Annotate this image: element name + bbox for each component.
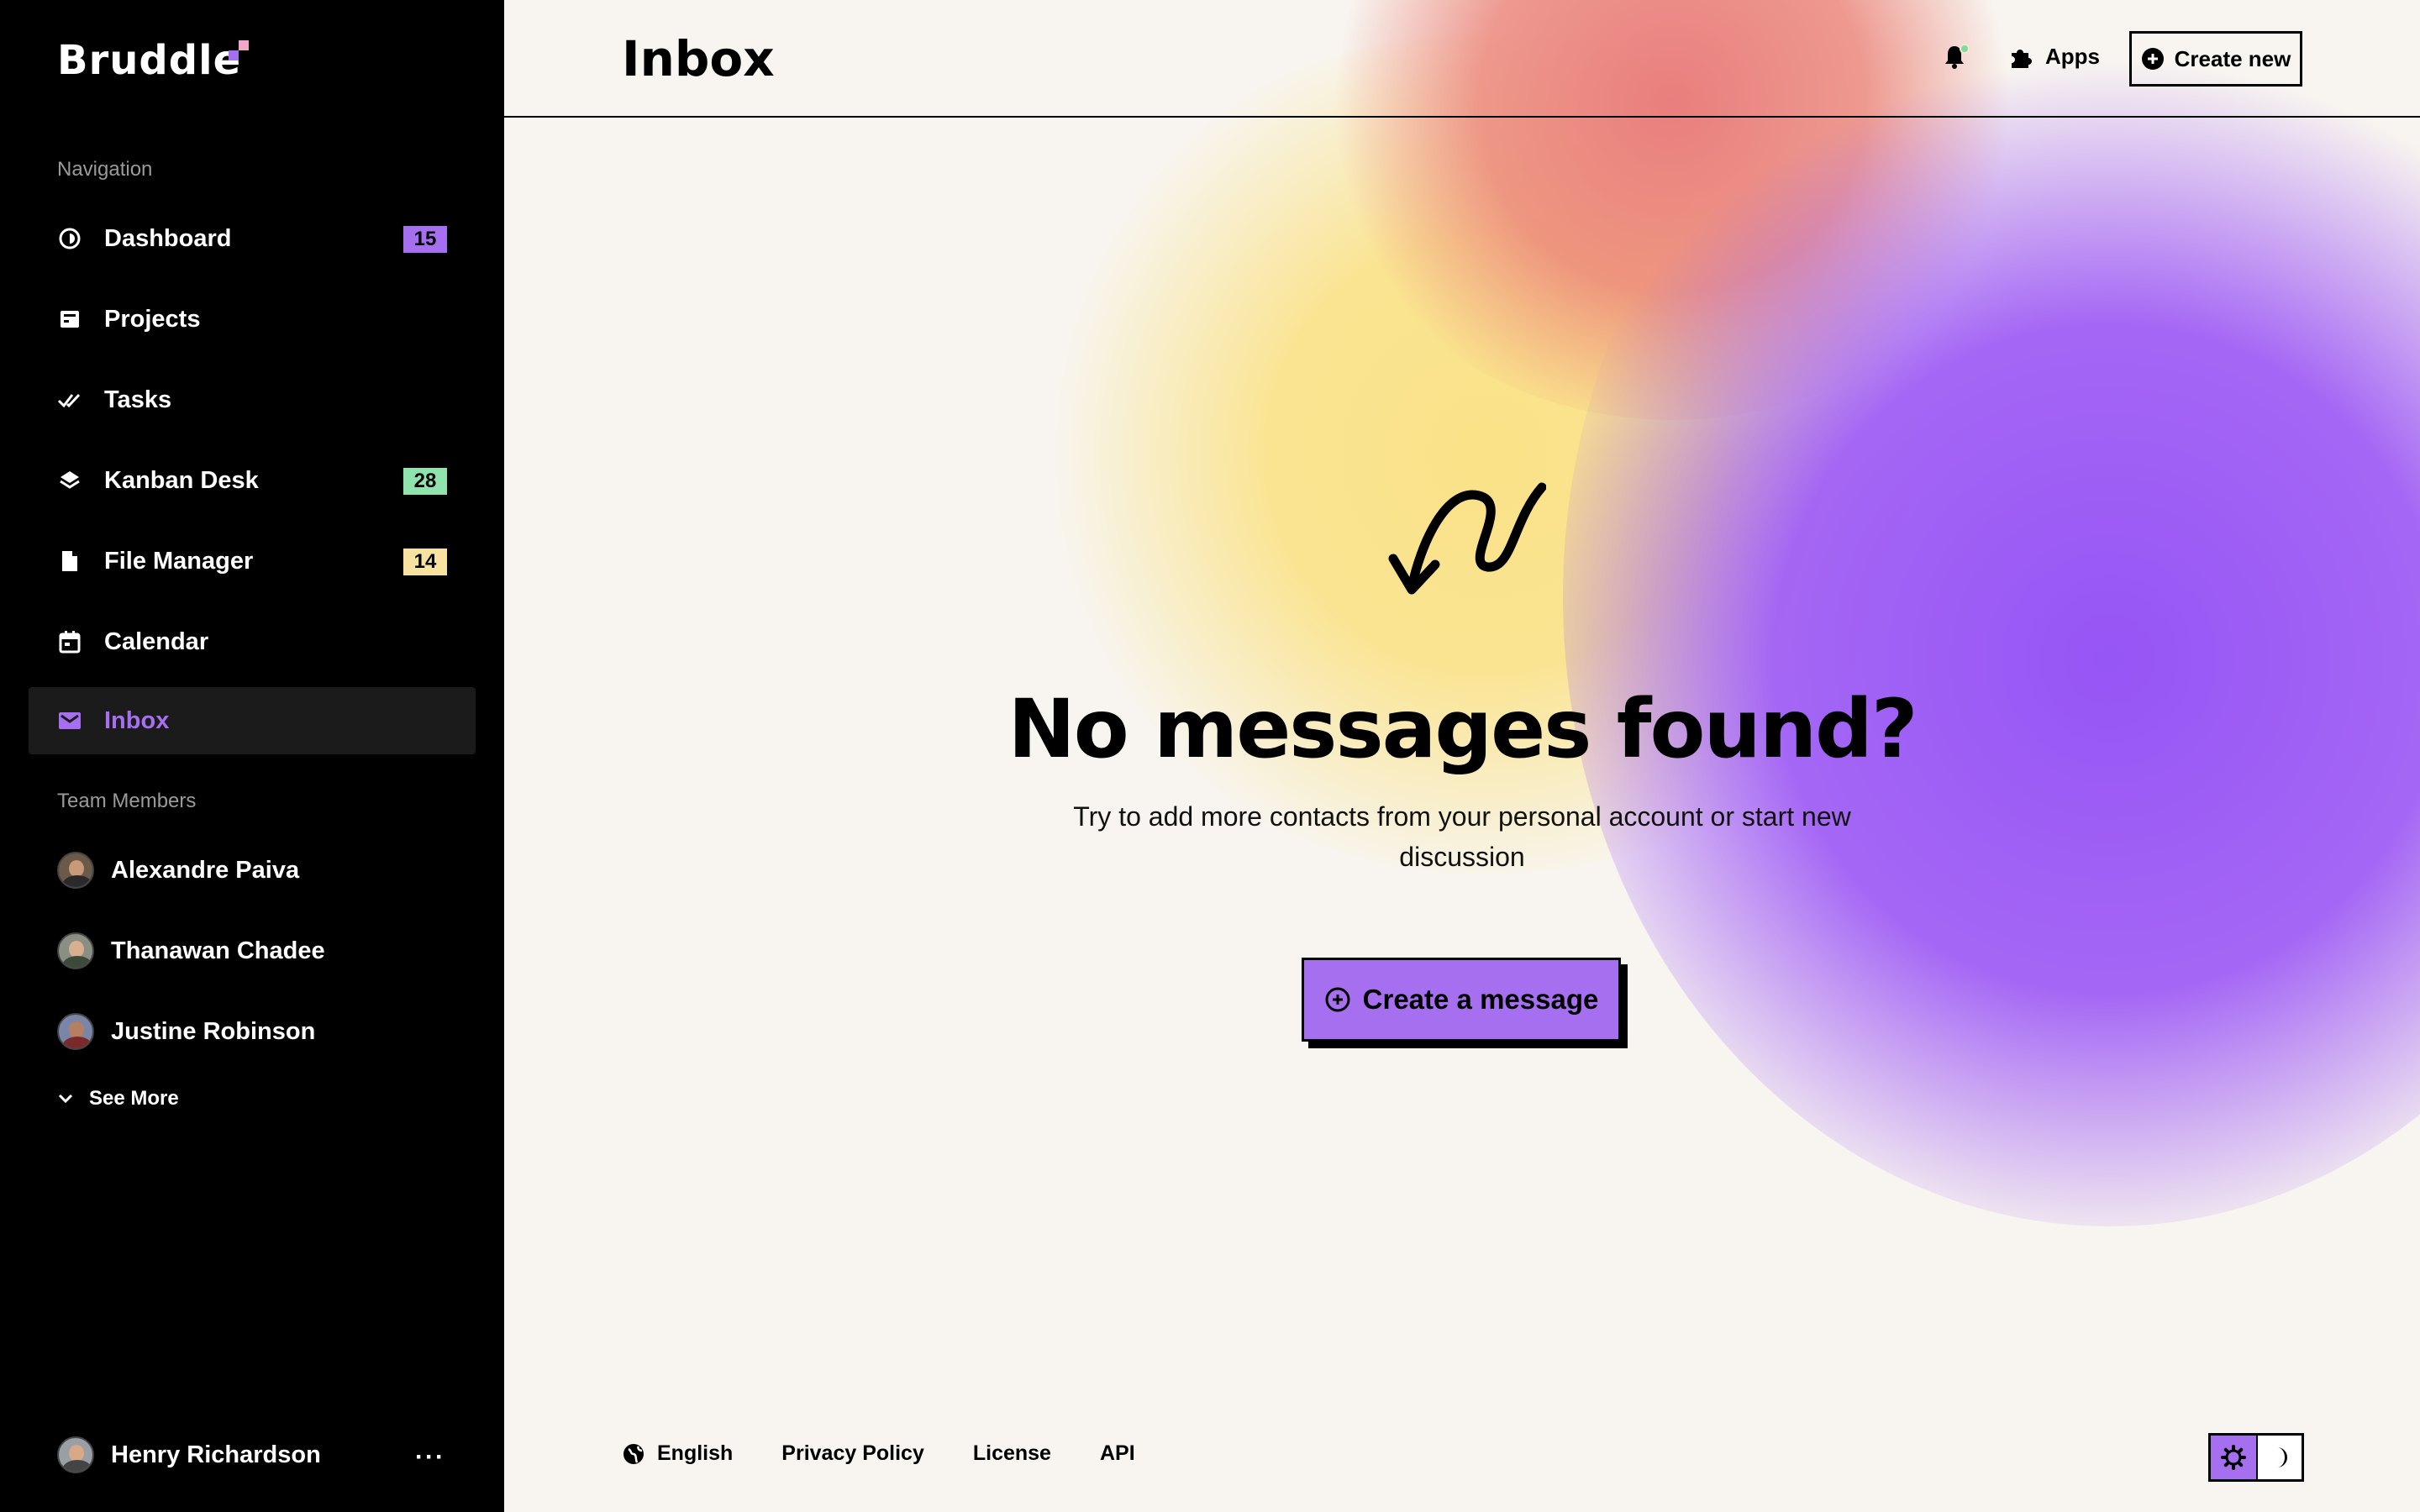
globe-icon: [623, 1443, 644, 1464]
sidebar-item-label: Calendar: [104, 627, 209, 655]
logo-mark-icon: [229, 40, 249, 60]
member-name: Thanawan Chadee: [111, 937, 325, 964]
create-new-label: Create new: [2174, 45, 2291, 71]
plus-circle-icon: [2141, 48, 2164, 70]
sidebar-item-inbox[interactable]: Inbox: [29, 687, 476, 754]
count-badge: 14: [403, 549, 447, 575]
avatar: [57, 1436, 94, 1473]
sidebar-item-projects[interactable]: Projects: [29, 286, 476, 353]
dark-mode-button[interactable]: [2258, 1436, 2302, 1479]
sidebar-item-dashboard[interactable]: Dashboard 15: [29, 205, 476, 272]
member-name: Alexandre Paiva: [111, 856, 300, 884]
empty-state-title: No messages found?: [1007, 682, 1918, 776]
apps-label: Apps: [2045, 44, 2100, 69]
avatar: [57, 852, 94, 889]
calendar-icon: [57, 629, 82, 654]
member-name: Justine Robinson: [111, 1017, 316, 1045]
see-more-label: See More: [89, 1087, 179, 1110]
sidebar-item-label: Projects: [104, 305, 201, 333]
team-member[interactable]: Alexandre Paiva: [29, 837, 476, 904]
privacy-policy-link[interactable]: Privacy Policy: [781, 1441, 924, 1466]
sidebar-item-label: Kanban Desk: [104, 466, 259, 494]
navigation-heading: Navigation: [57, 158, 153, 181]
team-member[interactable]: Justine Robinson: [29, 998, 476, 1065]
sidebar-item-tasks[interactable]: Tasks: [29, 366, 476, 433]
team-member[interactable]: Thanawan Chadee: [29, 917, 476, 984]
projects-icon: [57, 307, 82, 332]
language-selector[interactable]: English: [622, 1441, 733, 1466]
top-bar: Inbox Apps Create new: [504, 0, 2420, 118]
main-content: Inbox Apps Create new No messages found?…: [504, 0, 2420, 1512]
language-label: English: [657, 1441, 734, 1465]
chevron-down-icon: [58, 1094, 73, 1104]
notification-dot: [1960, 44, 1970, 54]
count-badge: 28: [403, 468, 447, 495]
avatar: [57, 1013, 94, 1050]
sidebar-item-kanban-desk[interactable]: Kanban Desk 28: [29, 447, 476, 514]
sidebar-item-label: Inbox: [104, 706, 170, 734]
layers-icon: [57, 468, 82, 493]
more-options-button[interactable]: ···: [415, 1443, 445, 1472]
create-new-button[interactable]: Create new: [2129, 31, 2302, 87]
page-footer: English Privacy Policy License API: [622, 1441, 1135, 1466]
sidebar: Bruddle Navigation Dashboard 15 Projects…: [0, 0, 504, 1512]
apps-button[interactable]: Apps: [2008, 44, 2100, 70]
team-members-heading: Team Members: [57, 790, 197, 812]
create-message-button[interactable]: Create a message: [1302, 958, 1621, 1042]
curly-arrow-icon: [1388, 482, 1546, 595]
sidebar-item-file-manager[interactable]: File Manager 14: [29, 528, 476, 595]
current-user[interactable]: Henry Richardson: [57, 1436, 321, 1473]
plus-circle-icon: [1325, 987, 1350, 1012]
create-message-button-wrap: Create a message: [1302, 958, 1628, 1048]
sidebar-item-label: File Manager: [104, 547, 254, 575]
file-icon: [57, 549, 82, 574]
app-logo[interactable]: Bruddle: [57, 37, 241, 84]
notifications-button[interactable]: [1943, 44, 1970, 72]
check-double-icon: [57, 387, 82, 412]
empty-state-text: Try to add more contacts from your perso…: [1073, 801, 1851, 872]
theme-toggle[interactable]: [2208, 1433, 2304, 1482]
license-link[interactable]: License: [973, 1441, 1051, 1466]
sidebar-item-label: Tasks: [104, 386, 172, 413]
current-user-name: Henry Richardson: [111, 1441, 321, 1468]
sidebar-item-calendar[interactable]: Calendar: [29, 608, 476, 675]
dashboard-icon: [57, 226, 82, 251]
see-more-button[interactable]: See More: [57, 1087, 179, 1110]
create-message-label: Create a message: [1362, 984, 1599, 1015]
puzzle-icon: [2012, 49, 2032, 68]
count-badge: 15: [403, 226, 447, 253]
avatar: [57, 932, 94, 969]
moon-icon: [2277, 1447, 2287, 1467]
mail-icon: [57, 708, 82, 733]
api-link[interactable]: API: [1100, 1441, 1135, 1466]
page-title: Inbox: [622, 30, 775, 87]
light-mode-button[interactable]: [2211, 1436, 2258, 1479]
sidebar-item-label: Dashboard: [104, 224, 232, 252]
gear-icon: [2221, 1445, 2246, 1470]
